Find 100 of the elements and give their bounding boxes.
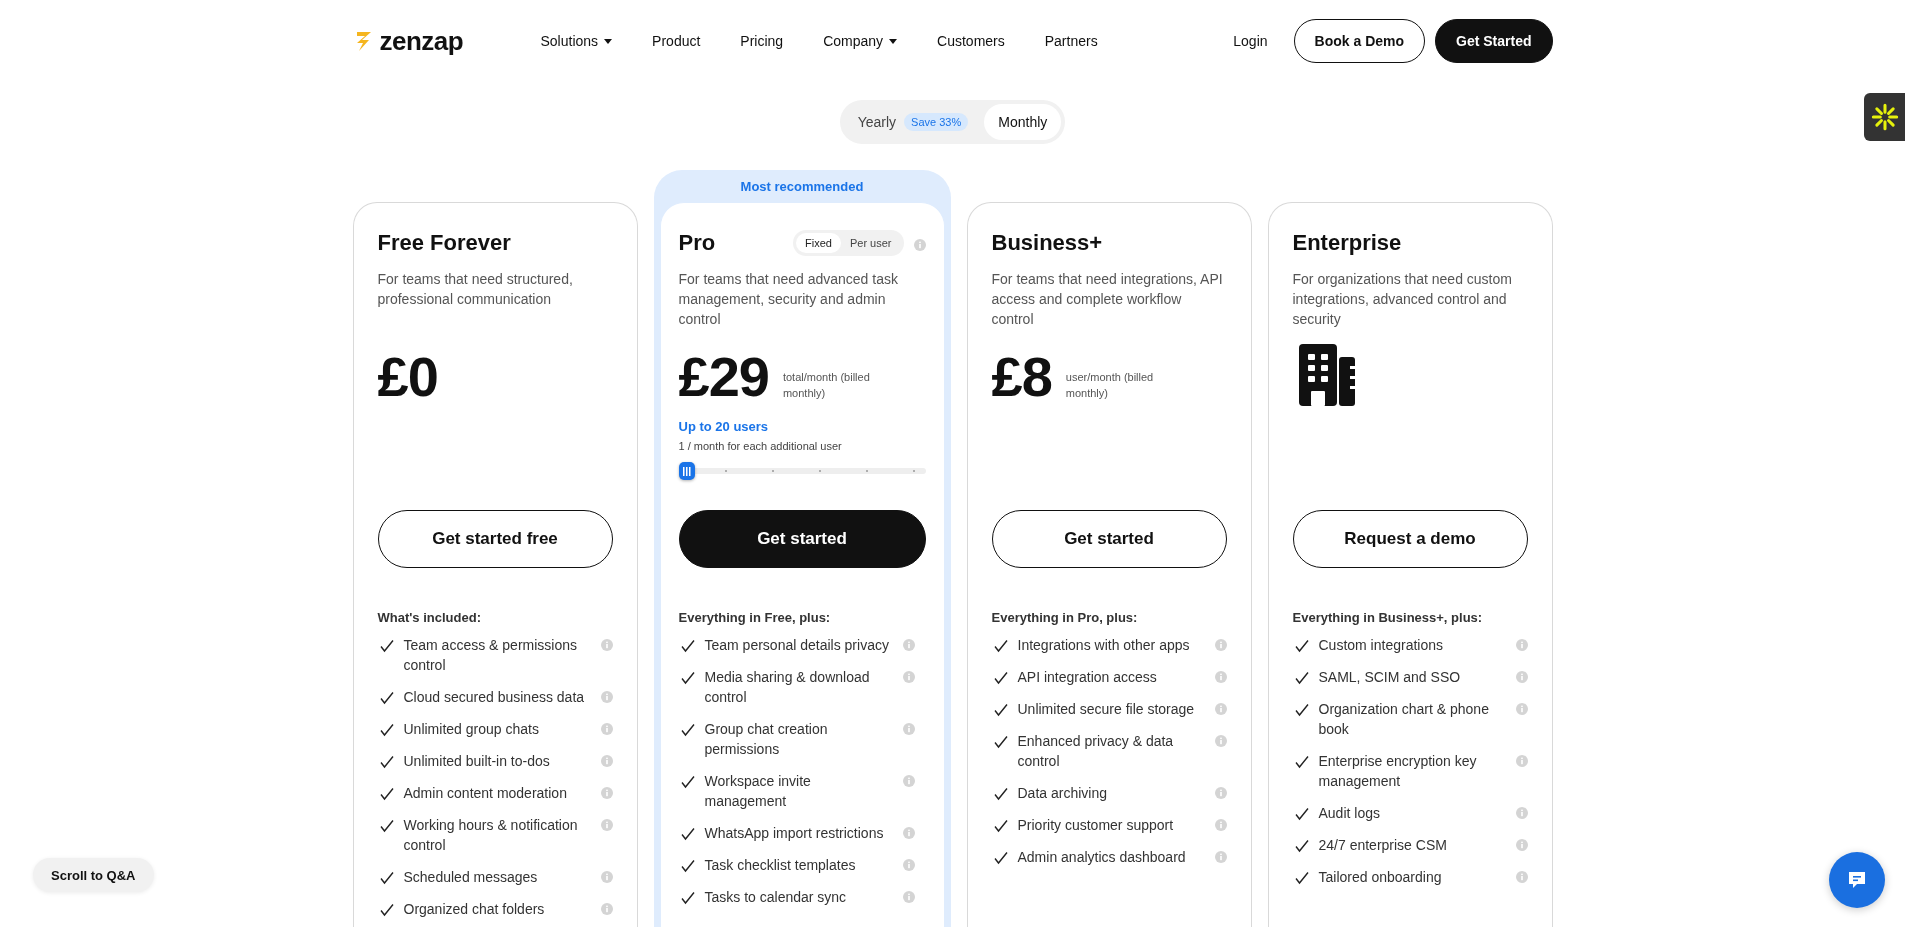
info-icon[interactable] [1515,639,1528,651]
feature-text: Group chat creation permissions [704,720,829,759]
info-icon[interactable] [1515,871,1528,883]
plan-button[interactable]: Get started [991,510,1227,568]
check-icon [379,819,394,833]
billing-option[interactable]: Yearly Save 33% [843,104,983,140]
info-icon[interactable] [600,871,613,883]
feature-text: Unlimited group chats [403,720,540,739]
asterisk-icon [1870,103,1899,131]
info-icon[interactable] [1214,703,1227,715]
info-icon[interactable] [600,903,613,915]
info-icon[interactable] [902,891,915,903]
check-icon [993,851,1008,865]
info-icon[interactable] [913,239,926,251]
check-icon [1294,871,1309,885]
info-icon[interactable] [1515,703,1528,715]
feature-text: Unlimited built-in to-dos [403,752,551,771]
check-icon [680,639,695,653]
check-icon [379,639,394,653]
info-icon[interactable] [902,723,915,735]
login-link[interactable]: Login [1233,33,1268,49]
info-icon[interactable] [1214,851,1227,863]
plan-name: Free Forever [377,230,512,256]
info-icon[interactable] [1214,671,1227,683]
pricing-mode-option[interactable]: Per user [840,233,901,253]
features-heading: Everything in Pro, plus: [991,610,1139,625]
nav-link[interactable]: Solutions [540,33,613,49]
features-heading: Everything in Business+, plus: [1292,610,1484,625]
users-limit: Up to 20 users [678,419,770,434]
feature-text: Scheduled messages [403,868,539,887]
plan-name: Enterprise [1292,230,1403,256]
info-icon[interactable] [1515,807,1528,819]
scroll-button[interactable]: Scroll to Q&A [33,858,154,892]
plan-name: Pro [678,230,717,256]
nav-link[interactable]: Pricing [740,33,784,49]
nav-button[interactable]: Get Started [1435,19,1553,63]
plan-button[interactable]: Get started [678,510,926,568]
check-icon [1294,639,1309,653]
info-icon[interactable] [902,775,915,787]
info-icon[interactable] [600,639,613,651]
plan-button[interactable]: Request a demo [1292,510,1528,568]
feature-text: Admin analytics dashboard [1017,848,1187,867]
info-icon[interactable] [600,723,613,735]
features-heading: Everything in Free, plus: [678,610,832,625]
pricing-mode-option[interactable]: Fixed [796,233,841,253]
feature-text: Enterprise encryption key management [1318,752,1478,791]
nav-link[interactable]: Partners [1044,33,1098,49]
check-icon [993,639,1008,653]
info-icon[interactable] [600,819,613,831]
info-icon[interactable] [600,691,613,703]
check-icon [379,723,394,737]
chat-button[interactable] [1829,852,1885,908]
price: £0 [377,343,438,409]
info-icon[interactable] [1515,671,1528,683]
price-note: user/month (billed monthly) [1065,370,1155,401]
info-icon[interactable] [1515,839,1528,851]
check-icon [379,871,394,885]
feature-text: Team access & permissions control [403,636,578,675]
users-note: 1 / month for each additional user [678,440,843,452]
check-icon [1294,671,1309,685]
price: £8 [991,343,1052,409]
feature-text: Data archiving [1017,784,1108,803]
info-icon[interactable] [902,639,915,651]
check-icon [379,691,394,705]
info-icon[interactable] [1214,787,1227,799]
feature-text: Media sharing & download control [704,668,871,707]
info-icon[interactable] [1515,755,1528,767]
info-icon[interactable] [1214,819,1227,831]
user-slider[interactable] [678,462,926,480]
caret-icon [604,38,613,44]
feature-text: Audit logs [1318,804,1381,823]
check-icon [379,903,394,917]
check-icon [1294,839,1309,853]
feature-text: Priority customer support [1017,816,1175,835]
info-icon[interactable] [902,859,915,871]
billing-option[interactable]: Monthly [984,104,1062,140]
logo-text[interactable]: zenzap [379,25,464,57]
info-icon[interactable] [902,671,915,683]
plan-button[interactable]: Get started free [377,510,613,568]
info-icon[interactable] [902,827,915,839]
feature-text: Task checklist templates [704,856,857,875]
price: £29 [678,343,769,409]
feature-text: Admin content moderation [403,784,568,803]
info-icon[interactable] [600,787,613,799]
features-heading: What's included: [377,610,482,625]
feature-text: 24/7 enterprise CSM [1318,836,1448,855]
nav-button[interactable]: Book a Demo [1293,19,1426,63]
slider-thumb[interactable] [678,462,695,480]
widget-tab[interactable] [1864,93,1905,141]
caret-icon [889,38,898,44]
check-icon [680,859,695,873]
nav-link[interactable]: Company [823,33,898,49]
nav-link[interactable]: Product [652,33,701,49]
feature-text: Team personal details privacy [704,636,890,655]
check-icon [993,703,1008,717]
info-icon[interactable] [1214,639,1227,651]
info-icon[interactable] [600,755,613,767]
check-icon [1294,807,1309,821]
nav-link[interactable]: Customers [937,33,1005,49]
info-icon[interactable] [1214,735,1227,747]
